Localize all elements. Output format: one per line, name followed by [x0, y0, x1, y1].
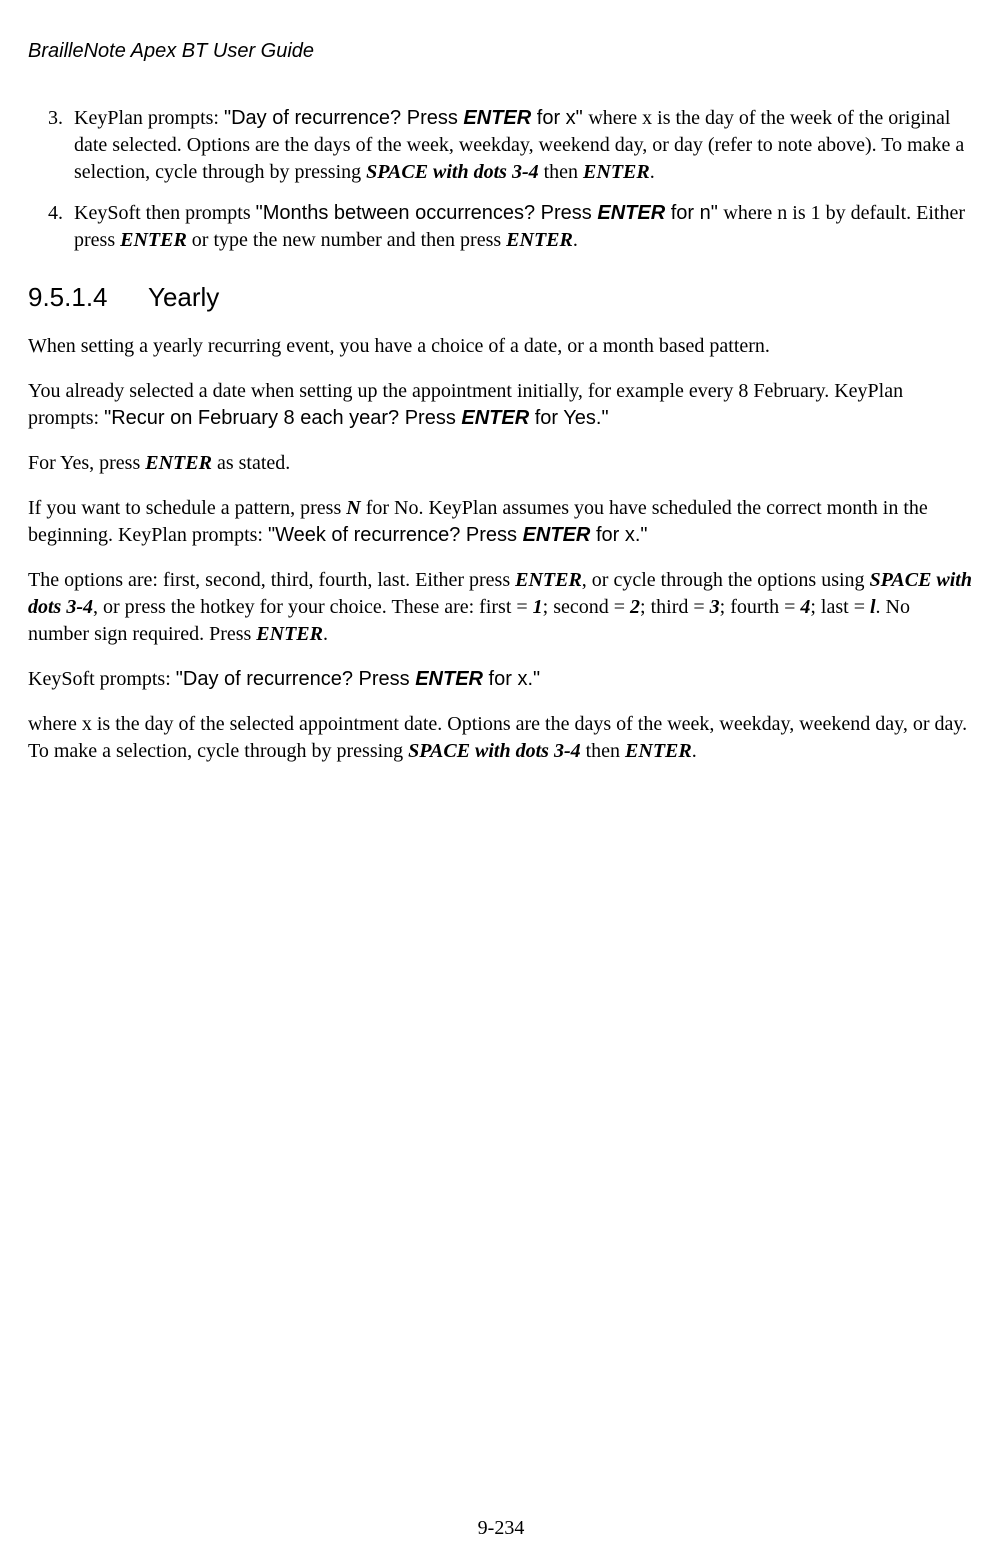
prompt-text: for x." [483, 668, 540, 690]
text: . [323, 623, 328, 645]
paragraph: KeySoft prompts: "Day of recurrence? Pre… [28, 666, 974, 693]
prompt-text: "Week of recurrence? Press [268, 524, 523, 546]
text: The options are: first, second, third, f… [28, 569, 515, 591]
key: N [346, 497, 360, 519]
text: , or press the hotkey for your choice. T… [93, 596, 533, 618]
key: ENTER [415, 668, 483, 690]
key: ENTER [515, 569, 582, 591]
text: ; fourth = [720, 596, 801, 618]
key: ENTER [461, 407, 529, 429]
prompt-text: for Yes." [529, 407, 608, 429]
document-header: BrailleNote Apex BT User Guide [28, 38, 974, 65]
paragraph: When setting a yearly recurring event, y… [28, 333, 974, 360]
text: , or cycle through the options using [582, 569, 870, 591]
prompt-text: "Day of recurrence? Press [176, 668, 415, 690]
text: ; last = [810, 596, 870, 618]
text: ; second = [543, 596, 630, 618]
paragraph: You already selected a date when setting… [28, 378, 974, 432]
key: ENTER [583, 161, 650, 183]
key: ENTER [523, 524, 591, 546]
list-item: KeySoft then prompts "Months between occ… [68, 200, 974, 254]
text: KeyPlan prompts: [74, 107, 224, 129]
key: 3 [710, 596, 720, 618]
text: . [692, 740, 697, 762]
numbered-list: KeyPlan prompts: "Day of recurrence? Pre… [28, 105, 974, 254]
text: then [539, 161, 583, 183]
key: 4 [800, 596, 810, 618]
section-heading: 9.5.1.4Yearly [28, 280, 974, 315]
key: 2 [630, 596, 640, 618]
text: or type the new number and then press [187, 229, 506, 251]
paragraph: If you want to schedule a pattern, press… [28, 495, 974, 549]
text: . [650, 161, 655, 183]
list-item: KeyPlan prompts: "Day of recurrence? Pre… [68, 105, 974, 186]
text: For Yes, press [28, 452, 145, 474]
text: If you want to schedule a pattern, press [28, 497, 346, 519]
text: ; third = [640, 596, 710, 618]
section-number: 9.5.1.4 [28, 280, 148, 315]
key: ENTER [597, 202, 665, 224]
key: 1 [533, 596, 543, 618]
page-number: 9-234 [0, 1515, 1002, 1542]
prompt-text: for x." [590, 524, 647, 546]
prompt-text: for n" [665, 202, 723, 224]
text: KeySoft prompts: [28, 668, 176, 690]
prompt-text: "Months between occurrences? Press [256, 202, 598, 224]
key: ENTER [625, 740, 692, 762]
prompt-text: for x" [531, 107, 588, 129]
text: as stated. [212, 452, 290, 474]
paragraph: The options are: first, second, third, f… [28, 567, 974, 648]
key: SPACE with dots 3-4 [408, 740, 580, 762]
paragraph: For Yes, press ENTER as stated. [28, 450, 974, 477]
key: ENTER [256, 623, 323, 645]
prompt-text: "Recur on February 8 each year? Press [104, 407, 461, 429]
key: ENTER [463, 107, 531, 129]
key: ENTER [120, 229, 187, 251]
text: then [581, 740, 625, 762]
paragraph: where x is the day of the selected appoi… [28, 711, 974, 765]
key: ENTER [506, 229, 573, 251]
key: ENTER [145, 452, 212, 474]
text: KeySoft then prompts [74, 202, 256, 224]
key: SPACE with dots 3-4 [366, 161, 538, 183]
prompt-text: "Day of recurrence? Press [224, 107, 463, 129]
section-title: Yearly [148, 282, 219, 312]
text: . [573, 229, 578, 251]
